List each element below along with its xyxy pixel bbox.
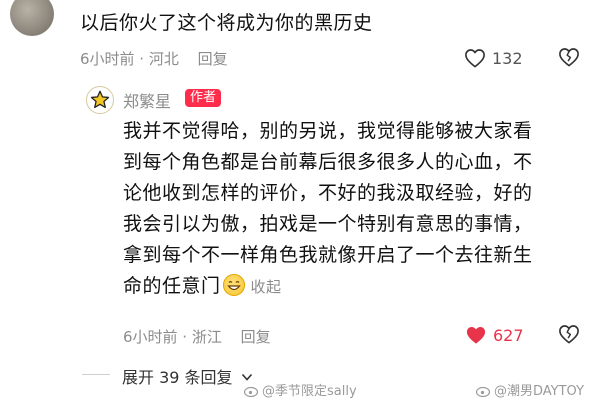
reply-line: 论他收到怎样的评价，不好的我汲取经验，好的	[123, 182, 533, 204]
reply-time-location: 6小时前 · 浙江	[123, 328, 222, 346]
collapse-button[interactable]: 收起	[251, 278, 282, 296]
comment-meta: 6小时前 · 河北 回复	[80, 48, 228, 69]
comment-dislike-button[interactable]	[558, 47, 580, 67]
reply-line: 我并不觉得哈，别的另说，我觉得能够被大家看	[123, 120, 533, 142]
reply-like-button[interactable]: 627	[465, 325, 524, 345]
reply-line: 拿到每个不一样角色我就像开启了一个去往新生	[123, 244, 533, 266]
weibo-logo-icon	[243, 386, 259, 398]
comment-like-count: 132	[492, 48, 523, 68]
expand-replies-label: 展开 39 条回复	[122, 368, 233, 387]
author-badge: 作者	[185, 89, 222, 107]
reply-dislike-button[interactable]	[558, 324, 580, 344]
reply-text: 我并不觉得哈，别的另说，我觉得能够被大家看 到每个角色都是台前幕后很多很多人的心…	[123, 116, 583, 303]
author-avatar[interactable]	[86, 86, 114, 114]
watermark-right: @潮男DAYTOY	[475, 380, 584, 399]
author-name[interactable]: 郑繁星	[123, 88, 171, 112]
grin-emoji-icon	[222, 274, 245, 296]
reply-like-count: 627	[493, 325, 524, 345]
reply-reply-button[interactable]: 回复	[241, 328, 271, 346]
comment-time-location: 6小时前 · 河北	[80, 50, 179, 68]
broken-heart-icon	[559, 48, 579, 67]
reply-meta: 6小时前 · 浙江 回复	[123, 326, 271, 347]
star-avatar-icon	[90, 90, 110, 109]
reply-line: 我会引以为傲，拍戏是一个特别有意思的事情，	[123, 213, 533, 235]
reply-last-line: 命的任意门 收起	[123, 271, 583, 303]
reply-line: 命的任意门	[123, 275, 221, 297]
commenter-avatar[interactable]	[10, 0, 54, 36]
weibo-logo-icon	[475, 386, 491, 398]
thread-divider	[82, 374, 110, 375]
reply-line: 到每个角色都是台前幕后很多很多人的心血，不	[123, 151, 533, 173]
heart-filled-icon	[465, 325, 487, 345]
watermark-left: @季节限定sally	[243, 380, 357, 399]
expand-replies-button[interactable]: 展开 39 条回复	[122, 364, 253, 388]
comment-reply-button[interactable]: 回复	[198, 50, 228, 68]
heart-outline-icon	[464, 48, 486, 68]
comment-text: 以后你火了这个将成为你的黑历史	[80, 12, 373, 34]
broken-heart-icon	[559, 325, 579, 344]
comment-like-button[interactable]: 132	[464, 48, 523, 68]
